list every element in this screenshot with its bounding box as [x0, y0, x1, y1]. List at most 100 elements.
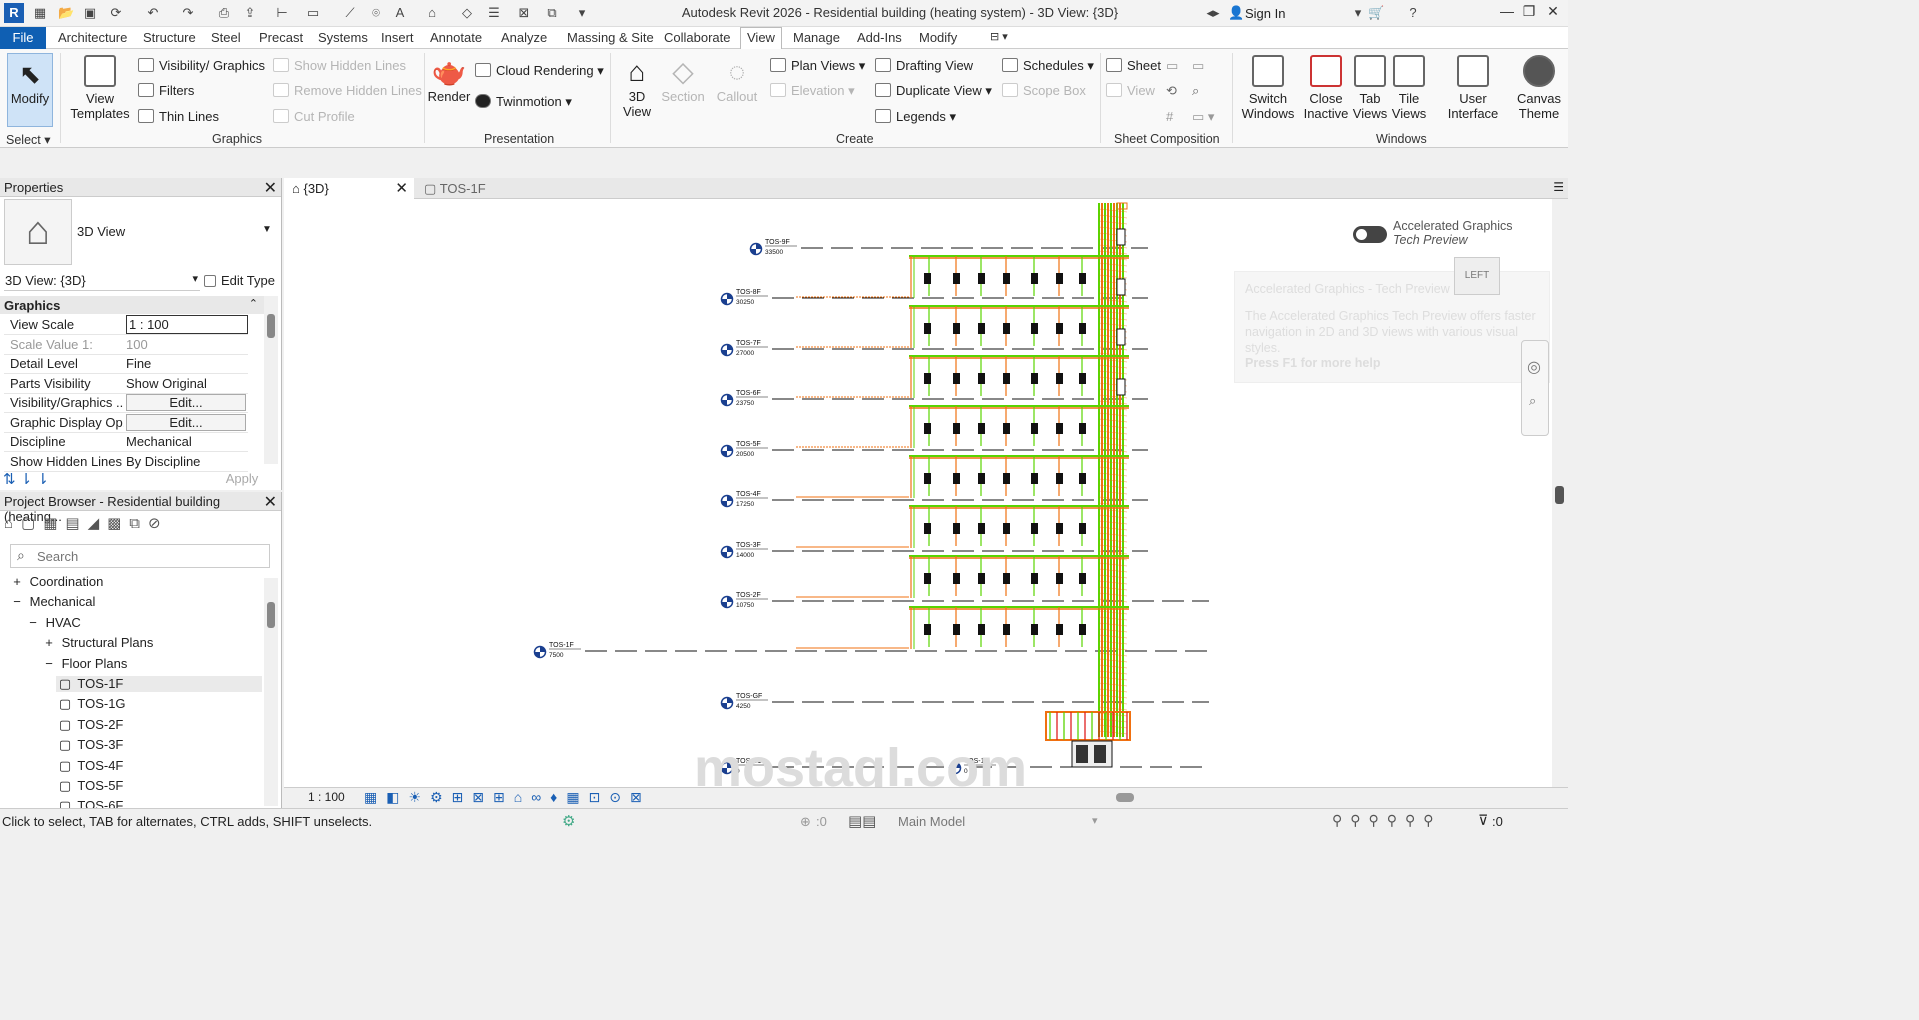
collapse-icon[interactable]: − [8, 594, 26, 609]
canvas-theme-button[interactable]: Canvas Theme [1514, 55, 1564, 121]
property-value[interactable]: Edit... [126, 413, 246, 431]
user-interface-button[interactable]: User Interface [1440, 55, 1506, 121]
view-scale[interactable]: 1 : 100 [308, 790, 345, 804]
browser-scrollbar[interactable] [264, 578, 278, 806]
edit-type-button[interactable]: Edit Type [204, 273, 275, 288]
open-icon[interactable]: 📂 [58, 5, 74, 21]
browser-item[interactable]: ▢ TOS-3F [56, 737, 124, 753]
model-dropdown-icon[interactable]: ▾ [1092, 814, 1098, 827]
user-icon[interactable]: 👤 [1228, 5, 1244, 21]
browser-item[interactable]: ▢ TOS-1F [56, 676, 262, 692]
property-row[interactable]: Discipline Mechanical [4, 432, 248, 452]
property-row[interactable]: Parts Visibility Show Original [4, 374, 248, 394]
instance-selector[interactable]: 3D View: {3D} ▾ [4, 271, 200, 291]
sort-icon[interactable]: ⇅ ⇂ ⇂ [3, 470, 49, 488]
filter-icon[interactable]: ⊽ [1478, 812, 1488, 829]
sheet-button[interactable]: Sheet [1106, 58, 1161, 73]
switch-windows-icon[interactable]: ⧉ [544, 5, 560, 21]
export-icon[interactable]: ⇪ [242, 5, 258, 21]
cut-profile-button[interactable]: Cut Profile [273, 109, 355, 124]
schedules-button[interactable]: Schedules ▾ [1002, 58, 1094, 74]
close-hidden-icon[interactable]: ⊠ [516, 5, 532, 21]
drafting-view-button[interactable]: Drafting View [875, 58, 973, 73]
callout-button[interactable]: ◌ Callout [712, 55, 762, 104]
measure-icon[interactable]: ▭ [305, 5, 321, 21]
cloud-rendering-button[interactable]: Cloud Rendering ▾ [475, 63, 604, 79]
default-3d-icon[interactable]: ⌂ [424, 5, 440, 21]
properties-scroll-thumb[interactable] [267, 314, 275, 338]
design-options-icon[interactable]: ▤▤ [848, 812, 876, 830]
browser-item[interactable]: ▢ TOS-1G [56, 696, 126, 712]
tab-modify[interactable]: Modify [919, 30, 957, 45]
collapse-icon[interactable]: − [24, 615, 42, 630]
tab-file[interactable]: File [0, 27, 46, 49]
elevation-button[interactable]: Elevation ▾ [770, 83, 855, 99]
tab-insert[interactable]: Insert [381, 30, 414, 45]
browser-item[interactable]: + Coordination [8, 574, 103, 589]
align-icon[interactable]: ⊢ [274, 5, 290, 21]
close-properties-icon[interactable]: ✕ [264, 178, 277, 198]
tab-precast[interactable]: Precast [259, 30, 303, 45]
tab-add-ins[interactable]: Add-Ins [857, 30, 902, 45]
view-icon[interactable]: ▢ [56, 737, 74, 753]
dimension-icon[interactable]: ⟋ [342, 5, 358, 21]
canvas-vscroll-thumb[interactable] [1555, 486, 1564, 504]
tab-structure[interactable]: Structure [143, 30, 196, 45]
expand-icon[interactable]: + [40, 635, 58, 650]
view-reference-icon[interactable]: # [1166, 109, 1173, 124]
close-inactive-button[interactable]: Close Inactive [1300, 55, 1352, 121]
filters-button[interactable]: Filters [138, 83, 194, 98]
remove-hidden-lines-button[interactable]: Remove Hidden Lines [273, 83, 422, 98]
worksharing-icon[interactable]: ⚙ [562, 812, 575, 830]
apply-button[interactable]: Apply [204, 471, 280, 489]
zoom-icon[interactable]: ⌕ [1529, 393, 1536, 409]
scope-box-button[interactable]: Scope Box [1002, 83, 1086, 98]
property-value[interactable]: Show Original [126, 376, 207, 391]
tab-collaborate[interactable]: Collaborate [664, 30, 731, 45]
property-row[interactable]: View Scale 1 : 100 [4, 315, 248, 335]
properties-scrollbar[interactable] [264, 296, 278, 464]
thin-lines-button[interactable]: Thin Lines [138, 109, 219, 124]
view-tab-3d[interactable]: ⌂ {3D} ✕ [284, 178, 414, 199]
type-name[interactable]: 3D View [77, 224, 125, 239]
view-cube[interactable]: LEFT [1454, 257, 1500, 295]
print-icon[interactable]: ⎙ [216, 5, 232, 21]
property-value[interactable]: 100 [126, 337, 148, 352]
browser-item[interactable]: − HVAC [24, 615, 81, 630]
property-row[interactable]: Show Hidden Lines By Discipline [4, 452, 248, 472]
view-icon[interactable]: ▢ [56, 758, 74, 774]
property-value[interactable]: By Discipline [126, 454, 200, 469]
drawing-canvas[interactable]: TOS-9F 33500 TOS-8F 30250 TOS-7F 27000 TOS-6F 2… [284, 199, 1552, 787]
steering-wheel-icon[interactable]: ◎ [1527, 357, 1541, 377]
browser-toolbar[interactable]: ⌂▢▦▤◢▩⧉⊘ [4, 514, 169, 536]
tab-systems[interactable]: Systems [318, 30, 368, 45]
sign-in-link[interactable]: Sign In [1245, 6, 1285, 21]
tab-view[interactable]: View [740, 27, 782, 50]
property-row[interactable]: Graphic Display Op... Edit... [4, 413, 248, 433]
minimize-icon[interactable]: — [1496, 3, 1518, 19]
help-icon[interactable]: ? [1405, 5, 1421, 21]
home-icon[interactable]: ▦ [32, 5, 48, 21]
browser-scroll-thumb[interactable] [267, 602, 275, 628]
property-value[interactable]: 1 : 100 [126, 315, 248, 334]
tab-steel[interactable]: Steel [211, 30, 241, 45]
browser-item[interactable]: ▢ TOS-4F [56, 758, 124, 774]
section-icon[interactable]: ◇ [459, 5, 475, 21]
browser-item[interactable]: ▢ TOS-2F [56, 717, 124, 733]
revit-logo[interactable]: R [4, 3, 24, 23]
view-controls-icons[interactable]: ▦◧☀⚙⊞⊠⊞⌂∞♦▦⊡⊙⊠ [364, 789, 651, 806]
expand-icon[interactable]: + [8, 574, 26, 589]
collapse-icon[interactable]: − [40, 656, 58, 671]
tag-icon[interactable]: ⌾ [368, 5, 384, 21]
view-icon[interactable]: ▢ [56, 676, 74, 692]
browser-item[interactable]: + Structural Plans [40, 635, 153, 650]
property-value[interactable]: Edit... [126, 394, 246, 411]
accelerated-graphics-toggle[interactable] [1353, 226, 1387, 243]
guide-grid-icon[interactable]: ⟲ [1166, 83, 1177, 99]
visibility-graphics-button[interactable]: Visibility/ Graphics [138, 58, 265, 73]
browser-item[interactable]: − Floor Plans [40, 656, 127, 671]
selection-options-icons[interactable]: ⚲⚲⚲⚲⚲⚲ [1332, 812, 1442, 829]
close-icon[interactable]: ✕ [1542, 3, 1564, 20]
exchange-icon[interactable]: ◂▸ [1205, 5, 1221, 21]
twinmotion-button[interactable]: Twinmotion ▾ [475, 94, 572, 110]
